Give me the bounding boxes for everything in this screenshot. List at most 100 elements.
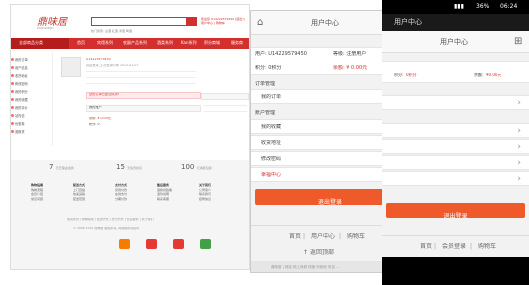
footer-col-title: 配送方式 [73, 183, 86, 187]
sidebar-item[interactable]: 收货地址 [15, 73, 28, 78]
user-info-card [382, 61, 529, 83]
separator: | [434, 243, 437, 250]
sidebar-item[interactable]: 用户信息 [15, 65, 28, 70]
separator: | [470, 243, 473, 250]
divider [382, 235, 529, 236]
sidebar-item[interactable]: 优惠券 [15, 121, 25, 126]
right-panel [201, 93, 249, 153]
search-input[interactable] [91, 17, 187, 26]
home-icon[interactable]: ⌂ [257, 17, 263, 28]
section-account: 账户管理 [255, 110, 276, 116]
footer-column: 购物指南 购物流程 会员介绍 常见问题 [31, 183, 43, 201]
sidebar-item[interactable]: 站内信 [15, 113, 25, 118]
user-id: 用户: U14229579450 [255, 51, 307, 57]
list-item[interactable]: › [382, 155, 529, 170]
user-id: U14229579450 [86, 58, 111, 61]
phone-screen: 用户中心 ⊞ 积分: 0积分 余额: ¥0.00元 › › › › › 退出登录… [382, 31, 529, 257]
battery-level: 36% [476, 3, 490, 10]
balance: 余额: ¥ 0.00元 [89, 117, 111, 120]
list-item[interactable]: › [382, 95, 529, 110]
footer-link[interactable]: 退换货政策 [157, 188, 172, 192]
footer-link-user[interactable]: 用户中心 [311, 233, 335, 240]
footer-links[interactable]: 免责条款 | 购物指南 | 配送方式 | 支付方式 | 售后服务 | 关于我们 [67, 218, 154, 222]
section-title: 我的账户 [89, 106, 102, 109]
message-icon [11, 114, 14, 117]
logout-label: 退出登录 [317, 199, 342, 206]
footer-column: 关于我们 公司简介 联系我们 招聘信息 [199, 183, 211, 201]
stat-label: 天免费换货 [127, 166, 143, 170]
balance-value: ¥0.00元 [486, 73, 502, 77]
footer-link[interactable]: 快递运输 [73, 192, 85, 196]
nav-category-label: 全部商品分类 [19, 40, 43, 45]
footer-link[interactable]: 在线支付 [115, 192, 127, 196]
footer-link[interactable]: 配送范围 [73, 197, 85, 201]
mobile-screenshot-b: ▮▮▮ 36% 06:24 用户中心 用户中心 ⊞ 积分: 0积分 余额: ¥0… [382, 0, 529, 285]
separator: | [339, 233, 342, 240]
nav-item[interactable]: 宾馆系列 [97, 40, 113, 46]
sidebar-item[interactable]: 退换货 [15, 129, 25, 134]
footer-column: 配送方式 上门自提 快递运输 配送范围 [73, 183, 85, 201]
footer-link-home[interactable]: 首页 [289, 233, 301, 240]
logout-button[interactable]: 退出登录 [386, 203, 525, 220]
sidebar-item[interactable]: 我的评价 [15, 105, 28, 110]
panel-header [201, 93, 249, 100]
footer-link[interactable]: 货到付款 [115, 188, 127, 192]
footer-link[interactable]: 公司简介 [199, 188, 211, 192]
phone-bottom-bezel [382, 257, 529, 285]
footer-link[interactable]: 分期付款 [115, 197, 127, 201]
favorite-icon [11, 98, 14, 101]
sidebar-item[interactable]: 修改密码 [15, 81, 28, 86]
footer-link[interactable]: 退款说明 [157, 192, 169, 196]
points-label: 积分: [394, 73, 404, 77]
points: 积分: 0 [89, 123, 100, 126]
sidebar-item[interactable]: 我的积分 [15, 89, 28, 94]
stat-number: 100 [181, 163, 195, 171]
logo-subtitle: DINGWEIJU [37, 26, 54, 30]
sidebar-item[interactable]: 我的收藏 [15, 97, 28, 102]
footer-link[interactable]: 会员介绍 [31, 192, 43, 196]
trust-badge-icon [119, 239, 130, 249]
cart-icon[interactable]: ⊞ [514, 36, 522, 47]
user-level: 等级: 注册用户 [333, 51, 367, 57]
footer-link[interactable]: 常见问题 [31, 197, 43, 201]
divider [86, 83, 196, 84]
nav-item[interactable]: Kan系列 [181, 40, 197, 46]
list-item-label: 我的收藏 [261, 124, 282, 130]
avatar [61, 57, 81, 77]
nav-item[interactable]: 农副产品系列 [123, 40, 147, 46]
footer-link-login[interactable]: 会员登录 [442, 243, 466, 250]
sidebar-item[interactable]: 我的订单 [15, 57, 28, 62]
signal-icon: ▮▮▮ [454, 3, 464, 10]
footer-link[interactable]: 招聘信息 [199, 197, 211, 201]
chevron-right-icon: › [517, 174, 521, 184]
trust-badge-icon [173, 239, 184, 249]
desktop-screenshot: 鼎味居 DINGWEIJU 热门搜索: 白酒 红酒 洋酒 啤酒 欢迎您 U142… [10, 4, 250, 270]
nav-item[interactable]: 积分商城 [204, 40, 220, 46]
footer-link-cart[interactable]: 购物车 [478, 243, 496, 250]
account-sidebar: 我的订单 用户信息 收货地址 修改密码 我的积分 我的收藏 我的评价 站内信 优… [11, 53, 53, 145]
back-to-top-label: 返回顶部 [309, 249, 334, 256]
user-icon [11, 66, 14, 69]
lock-icon [11, 82, 14, 85]
footer-link-home[interactable]: 首页 [420, 243, 432, 250]
footer-link[interactable]: 联系我们 [199, 192, 211, 196]
footer-link[interactable]: 上门自提 [73, 188, 85, 192]
nav-item[interactable]: 酒类系列 [157, 40, 173, 46]
nav-item[interactable]: 首页 [77, 40, 85, 46]
list-item[interactable]: › [382, 123, 529, 138]
footer-link-cart[interactable]: 购物车 [347, 233, 365, 240]
nav-item[interactable]: 服务商 [231, 40, 243, 46]
search-button[interactable] [187, 17, 197, 26]
page-title: 用户中心 [311, 19, 339, 27]
divider [86, 71, 196, 72]
footer-link[interactable]: 购物流程 [31, 188, 43, 192]
footer-link[interactable]: 联系客服 [157, 197, 169, 201]
login-info: 欢迎登录,上次登录时间 2015-01-07 [86, 64, 139, 67]
my-orders-label: 我的订单 [261, 94, 282, 100]
welcome-bar[interactable]: 欢迎您 U14229579450 [退出] | 用户中心 | 购物车 [201, 17, 249, 25]
back-to-top[interactable]: ↑ 返回顶部 [303, 249, 334, 256]
list-item[interactable]: › [382, 139, 529, 154]
footer-col-title: 支付方式 [115, 183, 128, 187]
list-item[interactable]: › [382, 171, 529, 186]
divider [203, 105, 247, 106]
